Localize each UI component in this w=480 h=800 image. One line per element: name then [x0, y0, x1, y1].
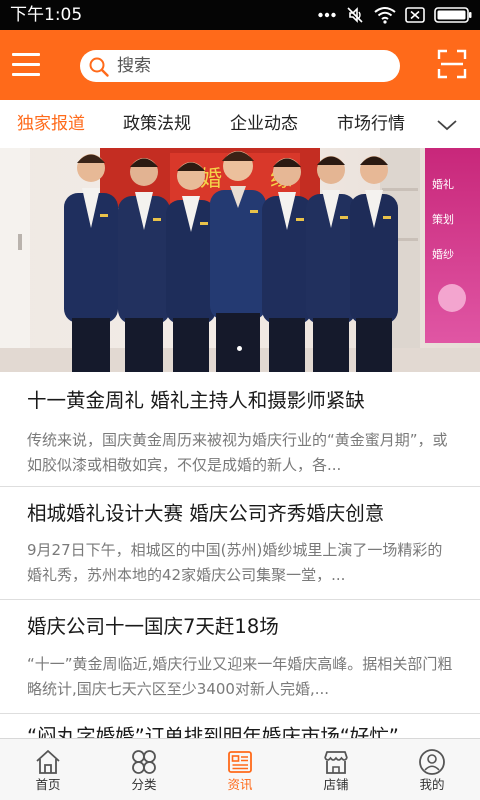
news-title: 婚庆公司十一国庆7天赶18场: [27, 615, 279, 638]
wifi-icon: [374, 7, 396, 24]
category-icon: [132, 750, 156, 774]
news-item[interactable]: 十一黄金周礼 婚礼主持人和摄影师紧缺 传统来说，国庆黄金周历来被视为婚庆行业的“…: [0, 372, 480, 486]
category-tabs: 独家报道 政策法规 企业动态 市场行情: [0, 100, 480, 148]
chevron-down-icon[interactable]: [436, 114, 458, 136]
search-input[interactable]: 搜索: [80, 50, 400, 82]
status-bar: 下午1:05: [0, 0, 480, 30]
news-summary: “十一”黄金周临近,婚庆行业又迎来一年婚庆高峰。据相关部门粗略统计,国庆七天六区…: [27, 655, 453, 698]
svg-text:策划: 策划: [432, 212, 454, 226]
tab-market[interactable]: 市场行情: [337, 100, 405, 148]
news-title: “闷丸字婚婚”订单排到明年婚庆市场“好忙”: [27, 725, 399, 738]
store-icon: [324, 751, 348, 774]
home-icon: [36, 750, 60, 774]
news-title: 十一黄金周礼 婚礼主持人和摄影师紧缺: [27, 389, 365, 412]
news-icon: [228, 751, 252, 773]
nav-label: 店铺: [323, 777, 349, 792]
scan-icon: [437, 49, 467, 79]
news-item[interactable]: 相城婚礼设计大赛 婚庆公司齐秀婚庆创意 9月27日下午，相城区的中国(苏州)婚纱…: [0, 487, 480, 599]
search-placeholder: 搜索: [117, 56, 151, 76]
nav-label: 分类: [131, 777, 157, 792]
tab-exclusive[interactable]: 独家报道: [17, 100, 85, 148]
menu-button[interactable]: [12, 50, 42, 80]
news-item[interactable]: 婚庆公司十一国庆7天赶18场 “十一”黄金周临近,婚庆行业又迎来一年婚庆高峰。据…: [0, 600, 480, 713]
banner-image: 婚 缘 婚礼 策划 婚纱: [0, 148, 480, 372]
dots-icon: [318, 12, 336, 18]
tab-company-news[interactable]: 企业动态: [230, 100, 298, 148]
sim-icon: [405, 7, 425, 23]
scan-button[interactable]: [437, 49, 467, 79]
news-title: 相城婚礼设计大赛 婚庆公司齐秀婚庆创意: [27, 502, 385, 525]
status-time: 下午1:05: [10, 5, 83, 25]
nav-category[interactable]: 分类: [96, 739, 192, 800]
nav-home[interactable]: 首页: [0, 739, 96, 800]
nav-label: 首页: [35, 777, 61, 792]
bottom-nav: 首页 分类 资讯 店铺 我的: [0, 738, 480, 800]
nav-profile[interactable]: 我的: [384, 739, 480, 800]
svg-text:婚纱: 婚纱: [432, 247, 454, 261]
nav-label: 资讯: [227, 777, 253, 792]
status-icons: [318, 5, 472, 25]
battery-icon: [434, 7, 472, 23]
carousel-dot[interactable]: [237, 346, 242, 351]
news-item[interactable]: “闷丸字婚婚”订单排到明年婚庆市场“好忙”: [0, 714, 480, 738]
news-summary: 传统来说，国庆黄金周历来被视为婚庆行业的“黄金蜜月期”，或如胶似漆或相敬如宾，不…: [27, 431, 448, 474]
banner-carousel[interactable]: 婚 缘 婚礼 策划 婚纱: [0, 148, 480, 372]
user-icon: [419, 749, 445, 775]
app-header: 搜索: [0, 30, 480, 100]
nav-news[interactable]: 资讯: [192, 739, 288, 800]
nav-label: 我的: [419, 777, 445, 792]
mute-icon: [347, 7, 363, 23]
news-summary: 9月27日下午，相城区的中国(苏州)婚纱城里上演了一场精彩的婚礼秀，苏州本地的4…: [27, 541, 443, 584]
svg-text:婚礼: 婚礼: [432, 177, 454, 191]
nav-store[interactable]: 店铺: [288, 739, 384, 800]
search-icon: [89, 57, 109, 77]
tab-policy[interactable]: 政策法规: [123, 100, 191, 148]
